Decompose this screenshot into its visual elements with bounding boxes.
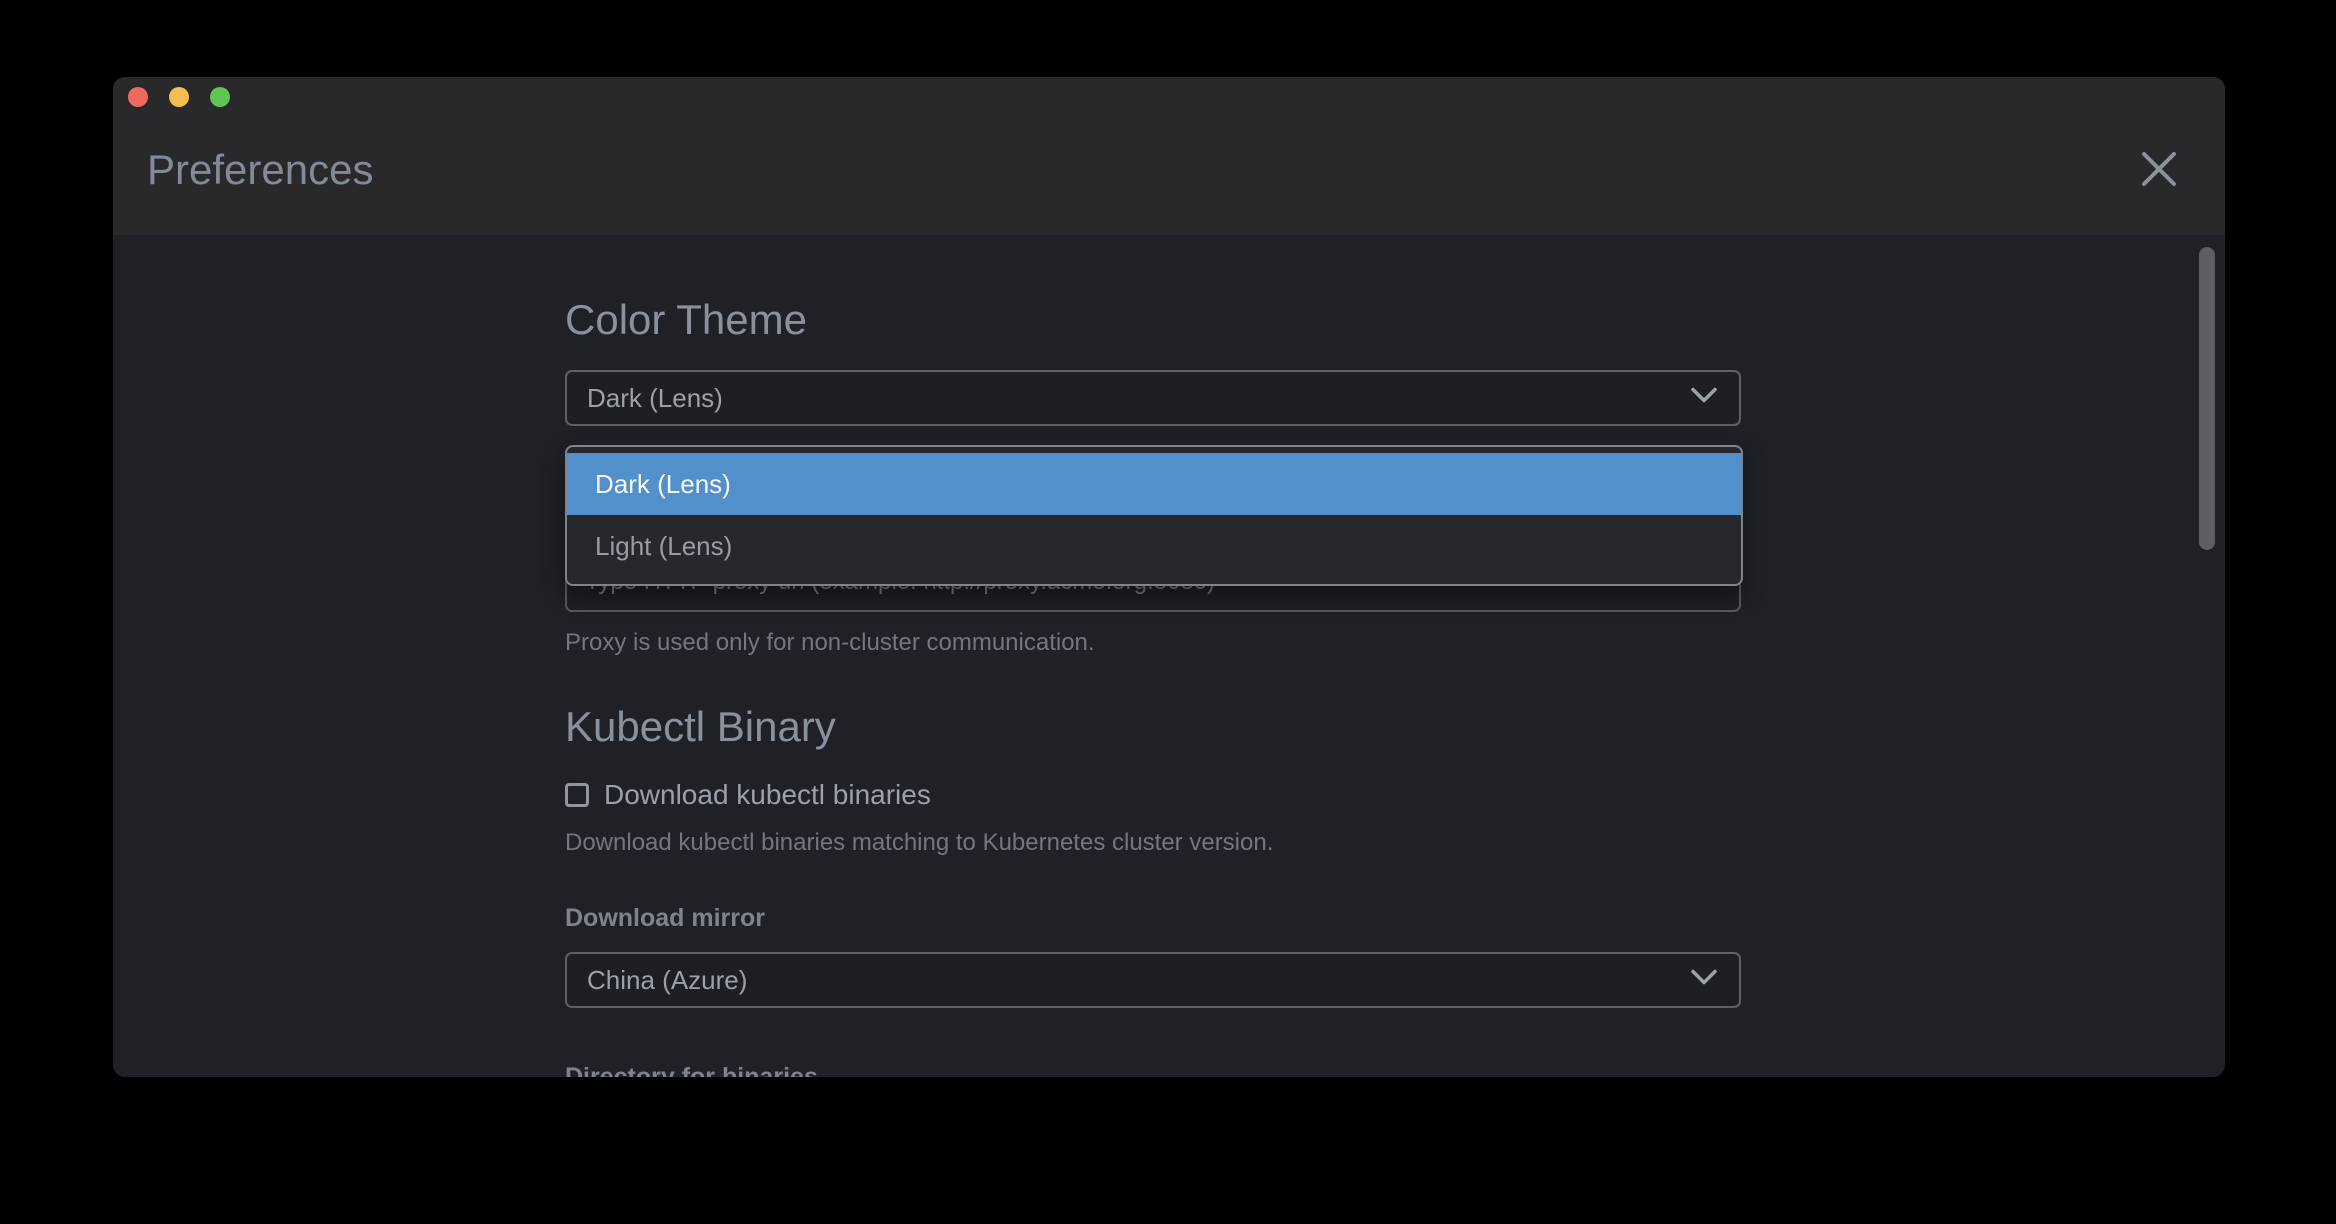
directory-for-binaries-label: Directory for binaries	[565, 1062, 818, 1077]
chevron-down-icon	[1691, 970, 1717, 991]
page-title: Preferences	[147, 145, 373, 195]
color-theme-section-heading-wrap: Color Theme	[565, 296, 807, 344]
kubectl-hint-text: Download kubectl binaries matching to Ku…	[565, 828, 1273, 858]
download-mirror-select-value: China (Azure)	[587, 965, 747, 996]
kubectl-binary-heading: Kubectl Binary	[565, 703, 836, 751]
traffic-light-zoom[interactable]	[210, 87, 230, 107]
download-mirror-label: Download mirror	[565, 903, 765, 933]
traffic-light-close[interactable]	[128, 87, 148, 107]
preferences-window: Preferences Color Theme Dark (Lens) Dark…	[113, 77, 2225, 1077]
traffic-light-minimize[interactable]	[169, 87, 189, 107]
download-kubectl-checkbox-label: Download kubectl binaries	[604, 779, 931, 811]
dropdown-option-dark-lens[interactable]: Dark (Lens)	[567, 453, 1741, 515]
proxy-hint-text: Proxy is used only for non-cluster commu…	[565, 628, 1095, 658]
download-kubectl-checkbox-row[interactable]: Download kubectl binaries	[565, 779, 931, 811]
traffic-lights	[128, 87, 230, 107]
color-theme-select-value: Dark (Lens)	[587, 383, 723, 414]
color-theme-select[interactable]: Dark (Lens)	[565, 370, 1741, 426]
kubectl-section-heading-wrap: Kubectl Binary	[565, 703, 836, 751]
checkbox-unchecked-icon[interactable]	[565, 783, 589, 807]
titlebar: Preferences	[113, 77, 2225, 235]
color-theme-heading: Color Theme	[565, 296, 807, 344]
dropdown-option-light-lens[interactable]: Light (Lens)	[567, 515, 1741, 577]
chevron-down-icon	[1691, 388, 1717, 409]
close-icon	[2140, 150, 2178, 191]
download-mirror-select[interactable]: China (Azure)	[565, 952, 1741, 1008]
color-theme-dropdown-menu: Dark (Lens) Light (Lens)	[565, 445, 1743, 586]
close-button[interactable]	[2136, 147, 2182, 193]
scrollbar-thumb[interactable]	[2199, 247, 2215, 550]
